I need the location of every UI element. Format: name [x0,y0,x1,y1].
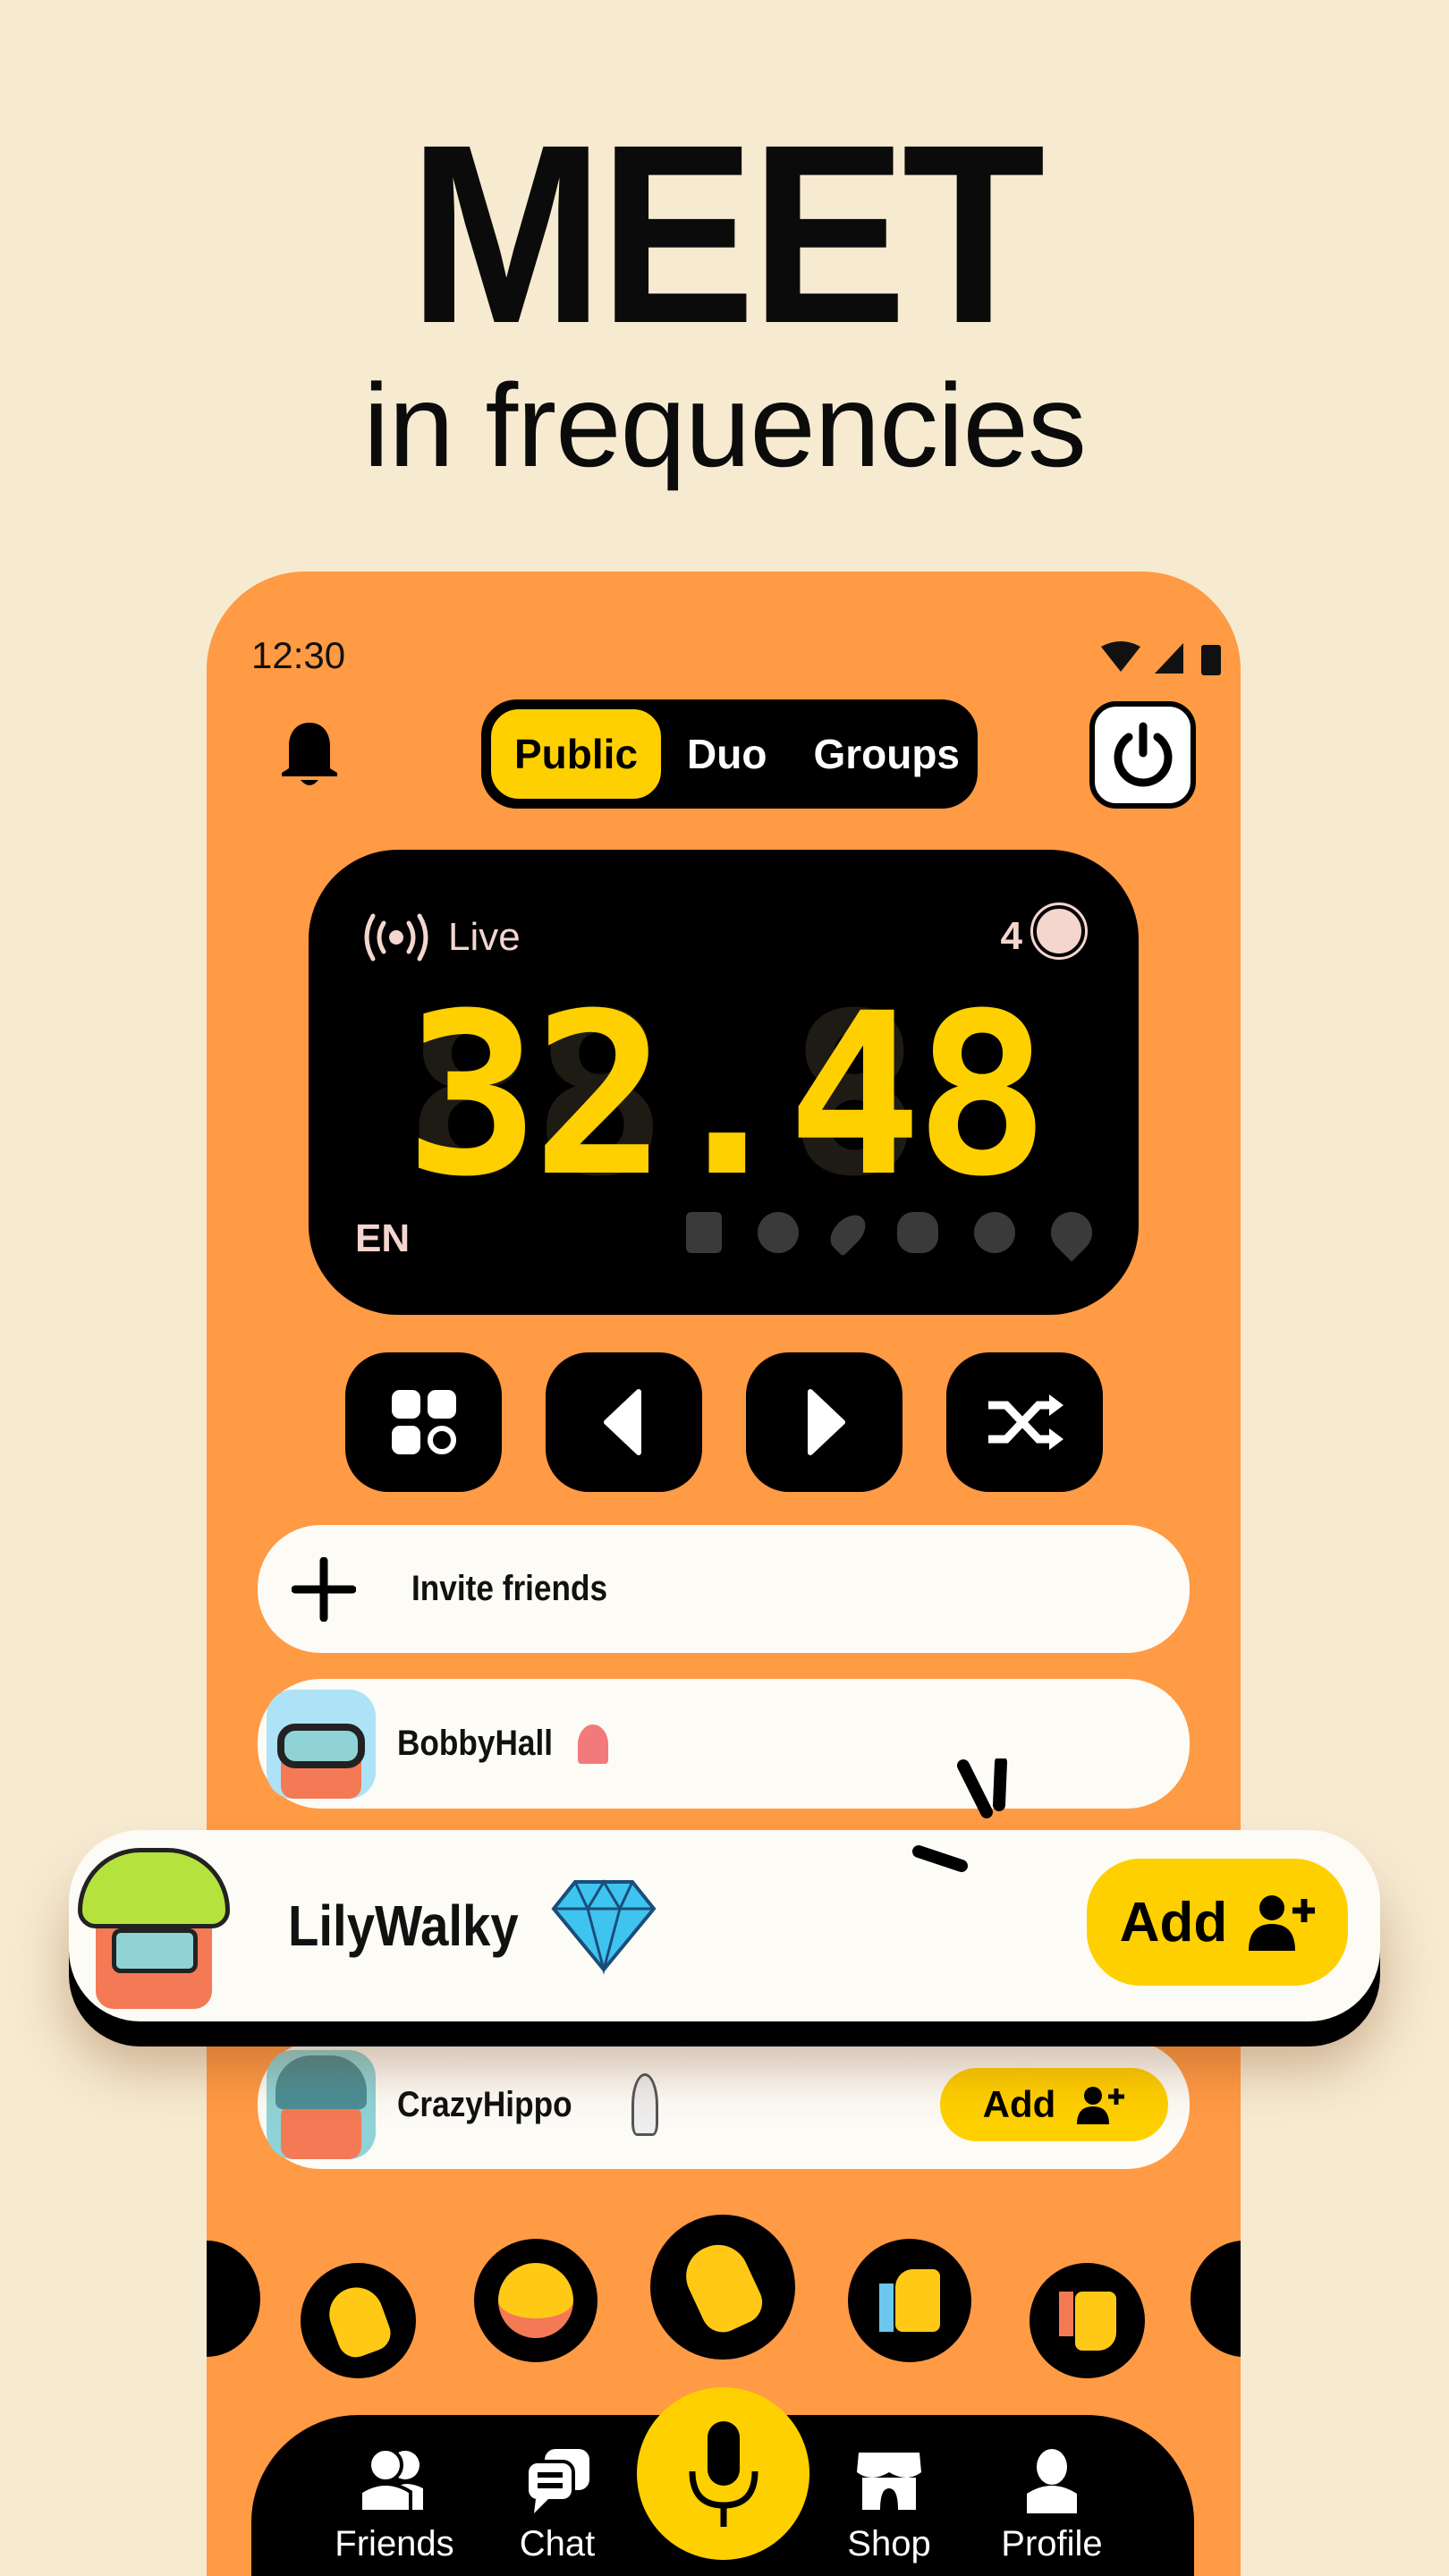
reaction-bubble[interactable] [207,2241,260,2357]
profile-icon [1027,2449,1077,2513]
add-label: Add [982,2083,1056,2125]
add-label: Add [1119,1891,1228,1953]
invite-friends-button[interactable]: Invite friends [258,1525,1190,1653]
add-friend-button[interactable]: Add [940,2068,1168,2141]
reaction-bubble[interactable] [1191,2241,1241,2357]
shocked-face-icon [758,1212,799,1253]
add-user-icon [1077,2087,1125,2124]
friend-name: LilyWalky [288,1894,519,1958]
power-icon [1114,722,1172,787]
nav-chat[interactable]: Chat [486,2447,629,2564]
mode-switch: Public Duo Groups [481,699,978,809]
headline: MEET [408,92,1046,377]
power-button[interactable] [1089,701,1196,809]
reaction-waving-hand[interactable] [650,2215,795,2360]
broadcast-icon [364,913,428,962]
nav-chat-label: Chat [519,2524,596,2563]
goose-sticker-icon [631,2073,659,2136]
invite-label: Invite friends [411,1569,608,1608]
reaction-thumbs-down[interactable] [1030,2263,1145,2378]
thumbs-down-icon [1058,2291,1116,2351]
reaction-rolling-laughing[interactable] [474,2239,597,2362]
apps-button[interactable] [345,1352,502,1492]
apps-icon [391,1390,456,1454]
live-label: Live [448,915,521,959]
frequency-readout: 88.88 32.48 [309,984,1139,1208]
frequency-value: 32.48 [404,965,1050,1225]
live-indicator: Live [362,912,521,962]
add-user-icon [1249,1895,1316,1951]
bell-icon[interactable] [278,719,341,791]
thumbs-down-icon [686,1212,722,1253]
avatar [78,1848,230,2009]
thumbs-up-icon [879,2269,940,2332]
featured-friend-card[interactable]: LilyWalky Add [69,1758,1380,2021]
reaction-counters [686,1203,1101,1262]
shop-icon [857,2453,921,2510]
microphone-button[interactable] [637,2387,809,2560]
nav-shop[interactable]: Shop [818,2447,961,2564]
nav-friends-label: Friends [335,2524,454,2563]
reaction-thumbs-up[interactable] [848,2239,971,2362]
waving-hand-icon [675,2234,770,2340]
friend-name: BobbyHall [397,1724,554,1763]
nav-profile-label: Profile [1001,2524,1103,2563]
previous-icon [603,1389,641,1455]
rolling-laughing-icon [498,2263,573,2338]
clap-icon [897,1212,938,1253]
tab-groups[interactable]: Groups [790,707,983,801]
nav-friends[interactable]: Friends [323,2447,466,2564]
parrot-sticker-icon [577,1724,608,1764]
friend-name: CrazyHippo [397,2084,572,2124]
phone-screen: 12:30 Public Duo Groups Live 4 88.88 32.… [207,572,1241,2576]
nav-profile[interactable]: Profile [980,2447,1123,2564]
plus-icon [292,1556,356,1622]
language-label[interactable]: EN [355,1216,410,1261]
listener-count: 4 [1000,914,1022,958]
status-time: 12:30 [251,634,346,676]
chat-icon [525,2449,589,2513]
sparkle-lines-icon [912,1758,1007,1872]
nav-shop-label: Shop [847,2524,931,2563]
reaction-clapping-hands[interactable] [301,2263,416,2378]
clapping-hands-icon [321,2279,395,2362]
avatar [267,2050,376,2159]
avatar [267,1689,376,1799]
previous-button[interactable] [546,1352,702,1492]
rocket-icon [824,1208,872,1257]
add-friend-button[interactable]: Add [1087,1859,1348,1986]
status-icons [1101,641,1221,675]
microphone-icon [689,2420,758,2527]
diamond-sticker-icon [551,1879,657,1975]
friend-row[interactable]: CrazyHippo Add [258,2040,1190,2169]
next-button[interactable] [746,1352,902,1492]
tab-public[interactable]: Public [488,707,665,801]
shuffle-button[interactable] [946,1352,1103,1492]
shuffle-icon [987,1394,1063,1450]
radio-display: Live 4 88.88 32.48 EN [309,850,1139,1315]
listener-avatar[interactable] [1030,902,1088,960]
laugh-face-icon [974,1212,1015,1253]
next-icon [807,1389,845,1455]
subheadline: in frequencies [363,360,1087,491]
friends-icon [359,2447,423,2513]
tab-duo[interactable]: Duo [664,707,790,801]
heart-icon [1042,1203,1101,1262]
